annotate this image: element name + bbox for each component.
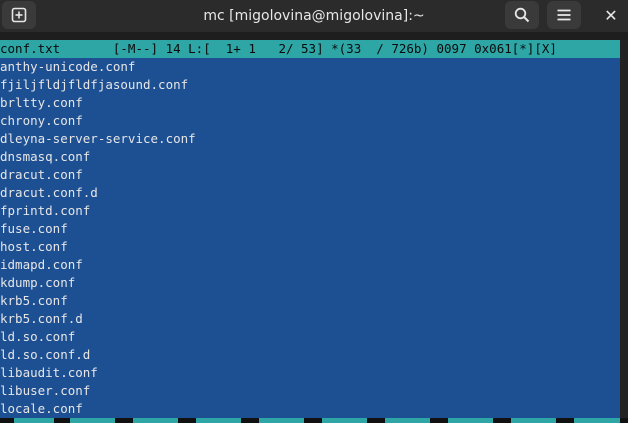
main-menu-button[interactable]: [547, 1, 581, 29]
editor-line[interactable]: anthy-unicode.conf: [0, 58, 620, 76]
editor-line[interactable]: host.conf: [0, 238, 620, 256]
close-icon: ✕: [604, 6, 618, 25]
editor-line[interactable]: krb5.conf: [0, 292, 620, 310]
terminal-scrollbar[interactable]: [620, 40, 628, 423]
function-key-bar: [0, 418, 628, 423]
hamburger-menu-icon: [557, 9, 571, 21]
editor-line[interactable]: dnsmasq.conf: [0, 148, 620, 166]
editor-line[interactable]: dracut.conf: [0, 166, 620, 184]
editor-line[interactable]: fprintd.conf: [0, 202, 620, 220]
title-bar: mc [migolovina@migolovina]:~ ✕: [0, 0, 628, 32]
editor-line[interactable]: kdump.conf: [0, 274, 620, 292]
search-button[interactable]: [505, 1, 539, 29]
search-icon: [514, 7, 530, 23]
editor-line[interactable]: fuse.conf: [0, 220, 620, 238]
editor-line[interactable]: libuser.conf: [0, 382, 620, 400]
editor-line[interactable]: idmapd.conf: [0, 256, 620, 274]
close-window-button[interactable]: ✕: [600, 5, 622, 27]
editor-line[interactable]: krb5.conf.d: [0, 310, 620, 328]
editor-text-lines[interactable]: anthy-unicode.conf fjiljfldjfldfjasound.c…: [0, 58, 620, 418]
editor-line[interactable]: ld.so.conf: [0, 328, 620, 346]
editor-line[interactable]: ld.so.conf.d: [0, 346, 620, 364]
editor-line[interactable]: locale.conf: [0, 400, 620, 418]
editor-line[interactable]: fjiljfldjfldfjasound.conf: [0, 76, 620, 94]
editor-status-line: conf.txt [-M--] 14 L:[ 1+ 1 2/ 53] *(33 …: [0, 40, 620, 58]
editor-line[interactable]: brltty.conf: [0, 94, 620, 112]
editor-line[interactable]: dracut.conf.d: [0, 184, 620, 202]
editor-line[interactable]: libaudit.conf: [0, 364, 620, 382]
editor-line[interactable]: chrony.conf: [0, 112, 620, 130]
editor-line[interactable]: dleyna-server-service.conf: [0, 130, 620, 148]
